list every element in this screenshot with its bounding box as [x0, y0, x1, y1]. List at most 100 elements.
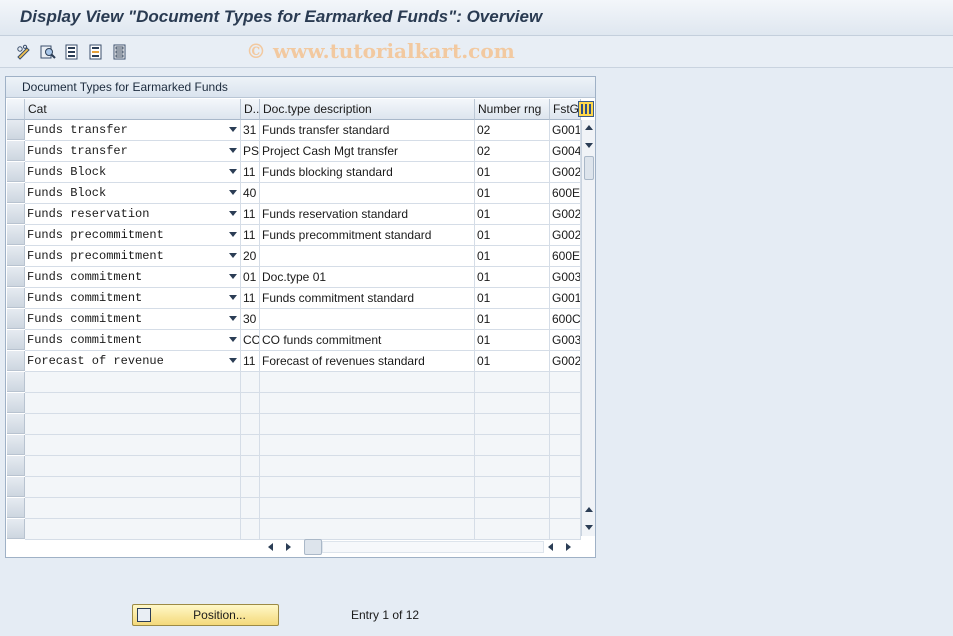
row-selector[interactable]	[7, 498, 25, 518]
cell-number-range[interactable]: 01	[475, 204, 550, 225]
cell-number-range[interactable]	[475, 372, 550, 393]
select-all-rows-header[interactable]	[7, 99, 25, 120]
cell-fstg[interactable]	[550, 372, 581, 393]
dropdown-arrow-icon[interactable]	[229, 190, 237, 195]
cell-doc-type[interactable]: 31	[241, 120, 260, 141]
cell-doc-type[interactable]	[241, 498, 260, 519]
dropdown-arrow-icon[interactable]	[229, 169, 237, 174]
cell-fstg[interactable]: G004	[550, 141, 581, 162]
cell-category[interactable]	[25, 519, 241, 540]
cell-description[interactable]	[260, 414, 475, 435]
row-selector[interactable]	[7, 477, 25, 497]
cell-doc-type[interactable]	[241, 519, 260, 540]
row-selector[interactable]	[7, 330, 25, 350]
cell-doc-type[interactable]: 11	[241, 162, 260, 183]
cell-category[interactable]	[25, 456, 241, 477]
cell-number-range[interactable]: 01	[475, 162, 550, 183]
cell-category[interactable]	[25, 414, 241, 435]
column-header-doc-type[interactable]: D..	[241, 99, 260, 120]
cell-doc-type[interactable]: 11	[241, 288, 260, 309]
scroll-page-down-icon[interactable]	[584, 522, 594, 534]
row-selector[interactable]	[7, 267, 25, 287]
cell-number-range[interactable]	[475, 393, 550, 414]
column-header-fstg[interactable]: FstG	[550, 99, 581, 120]
cell-doc-type[interactable]: 11	[241, 225, 260, 246]
horizontal-scroll-thumb[interactable]	[304, 539, 322, 555]
cell-number-range[interactable]	[475, 414, 550, 435]
cell-description[interactable]	[260, 477, 475, 498]
row-selector[interactable]	[7, 246, 25, 266]
cell-fstg[interactable]	[550, 435, 581, 456]
deselect-all-icon[interactable]	[111, 43, 129, 61]
cell-category[interactable]: Funds Block	[25, 162, 241, 183]
cell-fstg[interactable]: G001	[550, 288, 581, 309]
cell-fstg[interactable]: 600E	[550, 246, 581, 267]
cell-fstg[interactable]: G003	[550, 330, 581, 351]
row-selector[interactable]	[7, 351, 25, 371]
cell-category[interactable]	[25, 393, 241, 414]
cell-category[interactable]	[25, 435, 241, 456]
scroll-page-up-icon[interactable]	[584, 504, 594, 516]
cell-number-range[interactable]: 01	[475, 351, 550, 372]
cell-fstg[interactable]: G002	[550, 351, 581, 372]
cell-category[interactable]: Funds commitment	[25, 267, 241, 288]
cell-category[interactable]	[25, 477, 241, 498]
dropdown-arrow-icon[interactable]	[229, 337, 237, 342]
scroll-far-right-icon[interactable]	[566, 543, 571, 551]
table-settings-icon[interactable]	[578, 101, 594, 117]
cell-category[interactable]: Funds Block	[25, 183, 241, 204]
row-selector[interactable]	[7, 288, 25, 308]
cell-description[interactable]: CO funds commitment	[260, 330, 475, 351]
cell-fstg[interactable]	[550, 477, 581, 498]
cell-description[interactable]	[260, 435, 475, 456]
scroll-far-left-icon[interactable]	[548, 543, 553, 551]
cell-doc-type[interactable]: 20	[241, 246, 260, 267]
cell-number-range[interactable]: 01	[475, 267, 550, 288]
cell-fstg[interactable]: 600E	[550, 183, 581, 204]
dropdown-arrow-icon[interactable]	[229, 211, 237, 216]
cell-doc-type[interactable]	[241, 393, 260, 414]
cell-fstg[interactable]: G003	[550, 267, 581, 288]
find-icon[interactable]	[39, 43, 57, 61]
column-header-number-range[interactable]: Number rng	[475, 99, 550, 120]
select-all-icon[interactable]	[63, 43, 81, 61]
cell-doc-type[interactable]	[241, 414, 260, 435]
pencil-glasses-icon[interactable]	[15, 43, 33, 61]
cell-doc-type[interactable]	[241, 456, 260, 477]
row-selector[interactable]	[7, 435, 25, 455]
vertical-scrollbar[interactable]	[581, 120, 595, 536]
cell-description[interactable]: Forecast of revenues standard	[260, 351, 475, 372]
cell-number-range[interactable]: 01	[475, 288, 550, 309]
cell-description[interactable]	[260, 372, 475, 393]
cell-number-range[interactable]	[475, 435, 550, 456]
row-selector[interactable]	[7, 162, 25, 182]
row-selector[interactable]	[7, 120, 25, 140]
cell-category[interactable]: Funds commitment	[25, 309, 241, 330]
row-selector[interactable]	[7, 183, 25, 203]
cell-category[interactable]: Funds reservation	[25, 204, 241, 225]
cell-number-range[interactable]	[475, 498, 550, 519]
cell-doc-type[interactable]: 11	[241, 204, 260, 225]
dropdown-arrow-icon[interactable]	[229, 253, 237, 258]
cell-fstg[interactable]: G002	[550, 225, 581, 246]
cell-category[interactable]: Funds commitment	[25, 330, 241, 351]
cell-doc-type[interactable]	[241, 435, 260, 456]
cell-description[interactable]: Funds precommitment standard	[260, 225, 475, 246]
cell-doc-type[interactable]: 40	[241, 183, 260, 204]
cell-category[interactable]	[25, 498, 241, 519]
cell-doc-type[interactable]: PS	[241, 141, 260, 162]
cell-description[interactable]: Funds blocking standard	[260, 162, 475, 183]
cell-description[interactable]: Funds reservation standard	[260, 204, 475, 225]
row-selector[interactable]	[7, 414, 25, 434]
cell-fstg[interactable]: G002	[550, 162, 581, 183]
scroll-down-icon[interactable]	[584, 140, 594, 152]
horizontal-scrollbar[interactable]	[262, 539, 580, 555]
cell-fstg[interactable]	[550, 519, 581, 540]
horizontal-scroll-track[interactable]	[322, 541, 544, 553]
scroll-right-icon[interactable]	[286, 543, 291, 551]
dropdown-arrow-icon[interactable]	[229, 295, 237, 300]
cell-fstg[interactable]	[550, 456, 581, 477]
column-header-description[interactable]: Doc.type description	[260, 99, 475, 120]
position-button[interactable]: Position...	[132, 604, 279, 626]
row-selector[interactable]	[7, 141, 25, 161]
